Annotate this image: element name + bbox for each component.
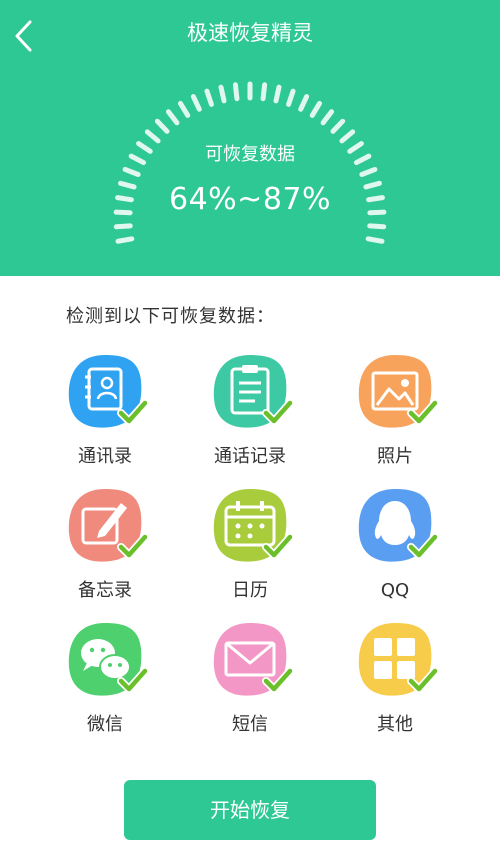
gauge-tick [113, 223, 133, 230]
gauge-tick [330, 118, 346, 134]
gauge-tick [286, 88, 296, 107]
item-label: 短信 [232, 714, 268, 735]
photo-icon [358, 355, 439, 428]
gauge-tick [365, 236, 385, 244]
gauge-tick [204, 88, 214, 107]
item-label: QQ [380, 580, 410, 601]
item-photos[interactable]: 照片 [320, 351, 470, 476]
gauge-tick [367, 223, 387, 230]
item-call-log[interactable]: 通话记录 [175, 351, 325, 476]
gauge-label: 可恢复数据 [205, 144, 295, 165]
memo-pencil-icon [68, 489, 149, 562]
gauge-tick [298, 94, 310, 112]
qq-penguin-icon [358, 489, 439, 562]
gauge-tick [177, 100, 191, 118]
gauge-tick [154, 118, 170, 134]
gauge-tick [273, 84, 282, 104]
item-calendar[interactable]: 日历 [175, 485, 325, 610]
item-qq[interactable]: QQ [320, 485, 470, 610]
gauge-tick [165, 109, 180, 126]
item-label: 其他 [377, 714, 413, 735]
gauge-tick [190, 94, 202, 112]
contacts-book-icon [68, 355, 149, 428]
header-bar: 极速恢复精灵 可恢复数据 64%~87% [0, 0, 500, 276]
gauge-tick [115, 236, 135, 244]
gauge-tick [232, 82, 240, 102]
item-label: 通讯录 [78, 446, 132, 467]
gauge-tick [320, 109, 335, 126]
item-wechat[interactable]: 微信 [30, 619, 180, 744]
start-recovery-button[interactable]: 开始恢复 [124, 780, 376, 840]
item-label: 微信 [87, 714, 123, 735]
gauge-tick [260, 82, 268, 102]
item-label: 照片 [377, 446, 413, 467]
recovery-gauge [113, 81, 387, 244]
gauge-tick [339, 129, 356, 144]
gauge-tick [122, 166, 141, 178]
item-label: 日历 [232, 580, 268, 601]
envelope-icon [213, 623, 294, 696]
item-label: 备忘录 [78, 580, 132, 601]
gauge-tick [359, 166, 378, 178]
call-log-clipboard-icon [213, 355, 294, 428]
grid-squares-icon [358, 623, 439, 696]
gauge-tick [144, 129, 161, 144]
item-label: 通话记录 [214, 446, 286, 467]
gauge-tick [218, 84, 227, 104]
gauge-value: 64%~87% [169, 182, 331, 217]
item-contacts[interactable]: 通讯录 [30, 351, 180, 476]
wechat-icon [68, 623, 149, 696]
section-title: 检测到以下可恢复数据： [66, 306, 275, 327]
calendar-icon [213, 489, 294, 562]
item-memo[interactable]: 备忘录 [30, 485, 180, 610]
gauge-tick [309, 100, 323, 118]
item-sms[interactable]: 短信 [175, 619, 325, 744]
item-other[interactable]: 其他 [320, 619, 470, 744]
